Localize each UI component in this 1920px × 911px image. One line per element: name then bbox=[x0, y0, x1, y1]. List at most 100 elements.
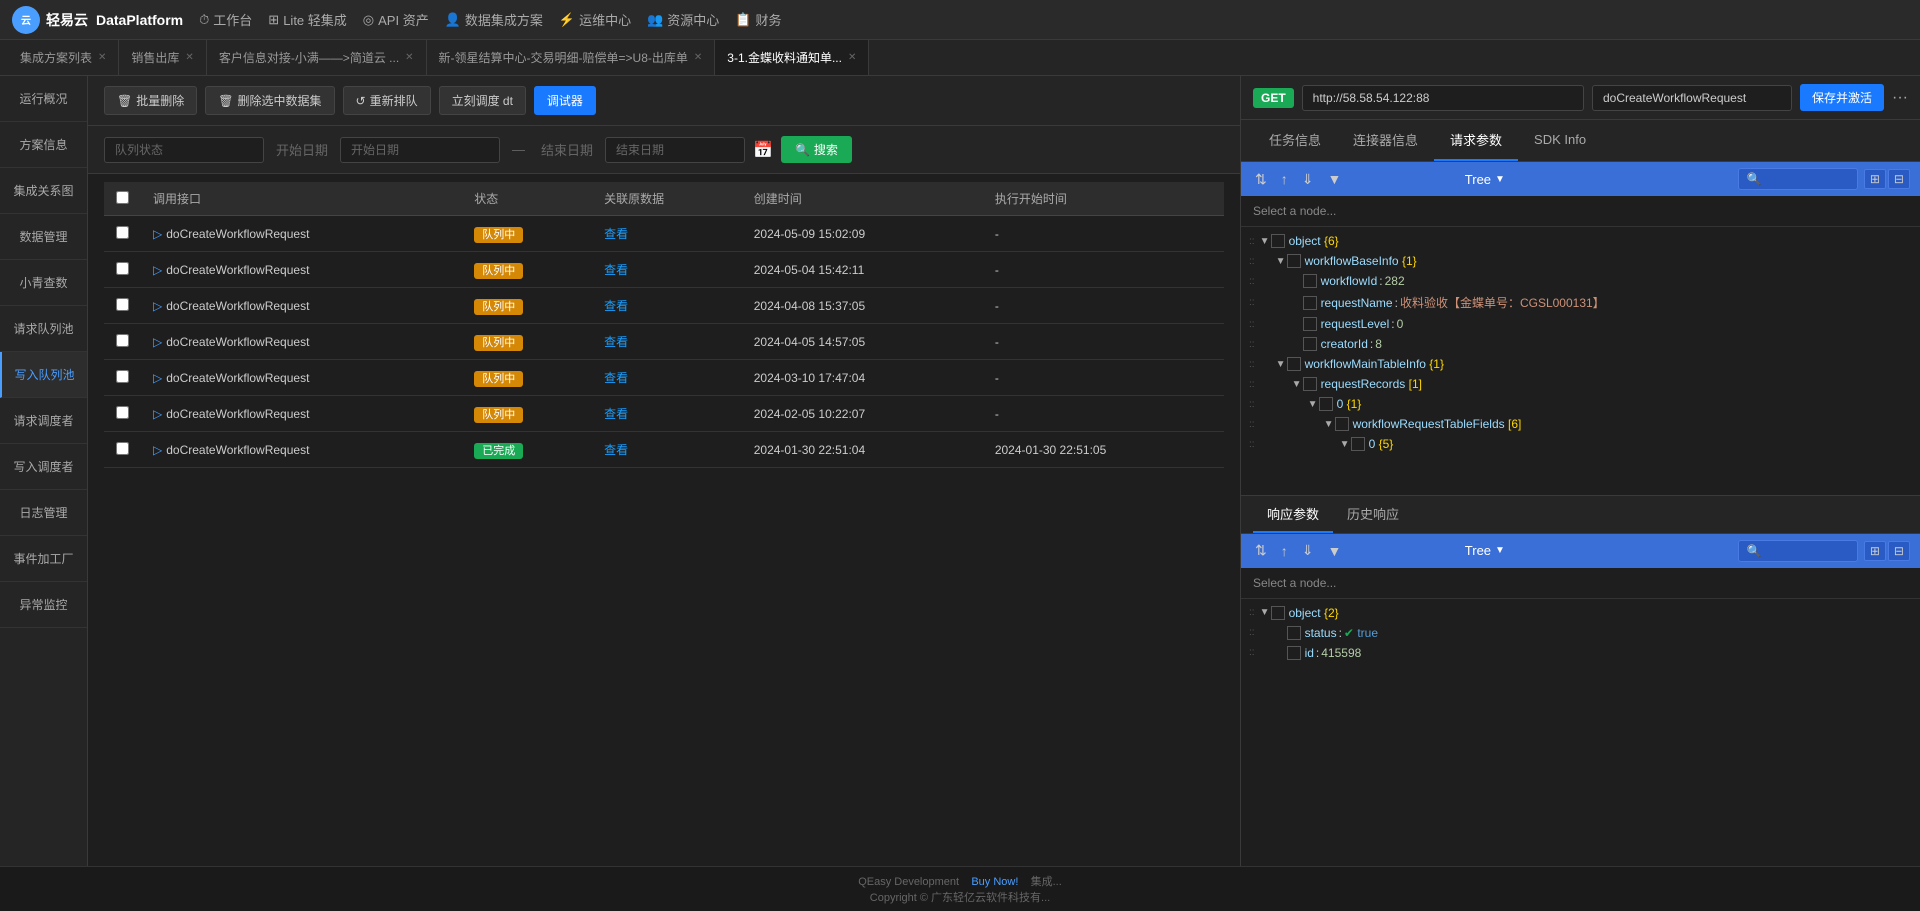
start-date-input[interactable] bbox=[340, 137, 500, 163]
tree-node[interactable]: :: status:✔ true bbox=[1241, 623, 1920, 643]
row-checkbox-5[interactable] bbox=[116, 406, 129, 419]
tab-task-info[interactable]: 任务信息 bbox=[1253, 120, 1337, 161]
nav-finance[interactable]: 📋 财务 bbox=[735, 10, 781, 29]
node-check-0[interactable] bbox=[1271, 606, 1285, 620]
tab-customer[interactable]: 客户信息对接-小满——>简道云 ... ✕ bbox=[207, 40, 427, 76]
func-name-input[interactable] bbox=[1592, 85, 1792, 111]
resp-up-icon[interactable]: ↑ bbox=[1277, 541, 1292, 561]
toggle-7[interactable]: ▼ bbox=[1291, 379, 1303, 390]
req-funnel-icon[interactable]: ▼ bbox=[1323, 169, 1345, 189]
nav-data-integration[interactable]: 👤 数据集成方案 bbox=[445, 10, 543, 29]
toggle-0[interactable]: ▼ bbox=[1259, 607, 1271, 618]
row-rel-data-5[interactable]: 查看 bbox=[604, 405, 628, 422]
req-tree-search[interactable] bbox=[1738, 168, 1858, 190]
req-filter-icon[interactable]: ⇓ bbox=[1298, 169, 1318, 190]
sidebar-item-data-mgmt[interactable]: 数据管理 bbox=[0, 214, 87, 260]
tree-node[interactable]: ::▼workflowBaseInfo {1} bbox=[1241, 251, 1920, 271]
tab-history-response[interactable]: 历史响应 bbox=[1333, 496, 1413, 533]
node-check-2[interactable] bbox=[1303, 274, 1317, 288]
row-rel-data-1[interactable]: 查看 bbox=[604, 261, 628, 278]
row-checkbox-2[interactable] bbox=[116, 298, 129, 311]
footer-buy[interactable]: Buy Now! bbox=[971, 876, 1018, 888]
req-expand-button[interactable]: ⊞ bbox=[1864, 169, 1886, 189]
delete-filter-button[interactable]: 🗑 删除选中数据集 bbox=[205, 86, 334, 115]
tab-sdk-info[interactable]: SDK Info bbox=[1518, 122, 1602, 159]
nav-lite[interactable]: ⊞ Lite 轻集成 bbox=[268, 10, 346, 29]
schedule-now-button[interactable]: 立刻调度 dt bbox=[439, 86, 526, 115]
tree-node[interactable]: ::▼requestRecords [1] bbox=[1241, 374, 1920, 394]
more-options-button[interactable]: ··· bbox=[1892, 89, 1908, 107]
tree-node[interactable]: ::▼object {2} bbox=[1241, 603, 1920, 623]
row-checkbox-0[interactable] bbox=[116, 226, 129, 239]
sidebar-item-query[interactable]: 小青查数 bbox=[0, 260, 87, 306]
url-input[interactable] bbox=[1302, 85, 1584, 111]
sidebar-item-request-queue[interactable]: 请求队列池 bbox=[0, 306, 87, 352]
sidebar-item-integration-map[interactable]: 集成关系图 bbox=[0, 168, 87, 214]
row-rel-data-4[interactable]: 查看 bbox=[604, 369, 628, 386]
row-rel-data-0[interactable]: 查看 bbox=[604, 225, 628, 242]
tab-integration-list[interactable]: 集成方案列表 ✕ bbox=[8, 40, 119, 76]
resp-collapse-button[interactable]: ⊟ bbox=[1888, 541, 1910, 561]
date-picker-icon[interactable]: 📅 bbox=[753, 140, 773, 160]
sidebar-item-log-mgmt[interactable]: 日志管理 bbox=[0, 490, 87, 536]
search-button[interactable]: 🔍 搜索 bbox=[781, 136, 852, 163]
batch-delete-button[interactable]: 🗑 批量删除 bbox=[104, 86, 197, 115]
end-date-input[interactable] bbox=[605, 137, 745, 163]
sidebar-item-event-factory[interactable]: 事件加工厂 bbox=[0, 536, 87, 582]
tree-node[interactable]: ::▼0 {5} bbox=[1241, 434, 1920, 454]
tree-node[interactable]: :: id:415598 bbox=[1241, 643, 1920, 663]
tree-node[interactable]: ::▼0 {1} bbox=[1241, 394, 1920, 414]
node-check-1[interactable] bbox=[1287, 626, 1301, 640]
sidebar-item-solution-info[interactable]: 方案信息 bbox=[0, 122, 87, 168]
select-all-checkbox[interactable] bbox=[116, 191, 129, 204]
node-check-10[interactable] bbox=[1351, 437, 1365, 451]
toggle-8[interactable]: ▼ bbox=[1307, 399, 1319, 410]
debug-button[interactable]: 调试器 bbox=[534, 86, 596, 115]
tab-sales[interactable]: 销售出库 ✕ bbox=[119, 40, 206, 76]
tab-kingdee[interactable]: 3-1.金蝶收料通知单... ✕ bbox=[715, 40, 869, 76]
row-checkbox-4[interactable] bbox=[116, 370, 129, 383]
toggle-10[interactable]: ▼ bbox=[1339, 439, 1351, 450]
req-up-icon[interactable]: ↑ bbox=[1277, 169, 1292, 189]
resp-expand-button[interactable]: ⊞ bbox=[1864, 541, 1886, 561]
node-check-3[interactable] bbox=[1303, 296, 1317, 310]
node-check-4[interactable] bbox=[1303, 317, 1317, 331]
node-check-1[interactable] bbox=[1287, 254, 1301, 268]
node-check-2[interactable] bbox=[1287, 646, 1301, 660]
req-collapse-button[interactable]: ⊟ bbox=[1888, 169, 1910, 189]
toggle-9[interactable]: ▼ bbox=[1323, 419, 1335, 430]
toggle-6[interactable]: ▼ bbox=[1275, 359, 1287, 370]
toggle-1[interactable]: ▼ bbox=[1275, 256, 1287, 267]
tab-close-1[interactable]: ✕ bbox=[185, 52, 193, 63]
sidebar-item-request-scheduler[interactable]: 请求调度者 bbox=[0, 398, 87, 444]
tree-node[interactable]: :: requestLevel:0 bbox=[1241, 314, 1920, 334]
nav-ops[interactable]: ⚡ 运维中心 bbox=[559, 10, 631, 29]
resp-funnel-icon[interactable]: ▼ bbox=[1323, 541, 1345, 561]
tree-node[interactable]: ::▼workflowRequestTableFields [6] bbox=[1241, 414, 1920, 434]
requeue-button[interactable]: ↺ 重新排队 bbox=[343, 86, 431, 115]
sidebar-item-overview[interactable]: 运行概况 bbox=[0, 76, 87, 122]
save-activate-button[interactable]: 保存并激活 bbox=[1800, 84, 1884, 111]
tab-request-params[interactable]: 请求参数 bbox=[1434, 120, 1518, 161]
row-rel-data-6[interactable]: 查看 bbox=[604, 441, 628, 458]
tab-response-params[interactable]: 响应参数 bbox=[1253, 496, 1333, 533]
sidebar-item-write-scheduler[interactable]: 写入调度者 bbox=[0, 444, 87, 490]
nav-resources[interactable]: 👥 资源中心 bbox=[647, 10, 719, 29]
row-checkbox-1[interactable] bbox=[116, 262, 129, 275]
tree-node[interactable]: :: requestName:收料验收【金蝶单号：CGSL000131】 bbox=[1241, 291, 1920, 314]
resp-filter-icon[interactable]: ⇓ bbox=[1298, 540, 1318, 561]
tree-node[interactable]: :: workflowId:282 bbox=[1241, 271, 1920, 291]
node-check-7[interactable] bbox=[1303, 377, 1317, 391]
tree-node[interactable]: ::▼workflowMainTableInfo {1} bbox=[1241, 354, 1920, 374]
tab-close-0[interactable]: ✕ bbox=[98, 52, 106, 63]
row-rel-data-2[interactable]: 查看 bbox=[604, 297, 628, 314]
toggle-0[interactable]: ▼ bbox=[1259, 236, 1271, 247]
node-check-0[interactable] bbox=[1271, 234, 1285, 248]
sidebar-item-write-queue[interactable]: 写入队列池 bbox=[0, 352, 87, 398]
tab-trading[interactable]: 新-领星结算中心-交易明细-赔偿单=>U8-出库单 ✕ bbox=[427, 40, 716, 76]
node-check-6[interactable] bbox=[1287, 357, 1301, 371]
node-check-5[interactable] bbox=[1303, 337, 1317, 351]
row-checkbox-6[interactable] bbox=[116, 442, 129, 455]
tree-node[interactable]: ::▼object {6} bbox=[1241, 231, 1920, 251]
row-checkbox-3[interactable] bbox=[116, 334, 129, 347]
